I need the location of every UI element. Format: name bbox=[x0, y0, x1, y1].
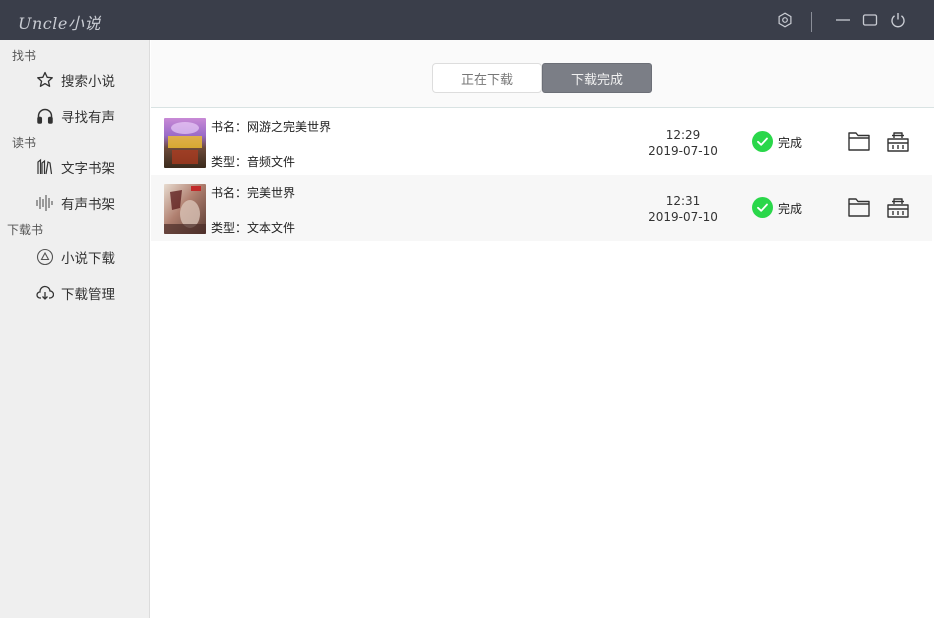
sidebar-item-label: 小说下载 bbox=[61, 251, 115, 267]
delete-basket-icon[interactable] bbox=[885, 128, 911, 154]
sidebar-item-find-audio[interactable]: 寻找有声 bbox=[34, 103, 115, 129]
book-cover-image bbox=[164, 118, 206, 168]
maximize-icon[interactable] bbox=[858, 8, 882, 32]
download-date: 2019-07-10 bbox=[648, 210, 718, 224]
cloud-download-icon bbox=[34, 282, 56, 304]
download-time: 12:31 bbox=[665, 194, 701, 208]
section-label-read: 读书 bbox=[12, 136, 37, 150]
download-row: 书名：完美世界 类型：文本文件 12:31 2019-07-10 完成 bbox=[151, 175, 932, 241]
status-text: 完成 bbox=[778, 136, 803, 150]
tabs-bar: 正在下载 下载完成 bbox=[151, 40, 934, 108]
app-title: Uncle小说 bbox=[18, 14, 101, 33]
audio-wave-icon bbox=[34, 192, 56, 214]
sidebar-item-text-shelf[interactable]: 文字书架 bbox=[34, 154, 115, 180]
download-row: 书名：网游之完美世界 类型：音频文件 12:29 2019-07-10 完成 bbox=[151, 109, 932, 175]
sidebar-item-search-novel[interactable]: 搜索小说 bbox=[34, 67, 115, 93]
book-type: 类型：文本文件 bbox=[211, 221, 296, 235]
minimize-icon[interactable] bbox=[831, 8, 855, 32]
open-folder-icon[interactable] bbox=[846, 128, 872, 154]
section-label-download: 下载书 bbox=[7, 223, 44, 237]
book-name: 书名：完美世界 bbox=[211, 186, 296, 200]
download-date: 2019-07-10 bbox=[648, 144, 718, 158]
download-time: 12:29 bbox=[665, 128, 701, 142]
titlebar-divider bbox=[811, 12, 812, 32]
sidebar: 找书 搜索小说 寻找有声 读书 文字书架 有声书架 下载书 小说下载 下载管理 bbox=[0, 40, 150, 618]
book-type: 类型：音频文件 bbox=[211, 155, 296, 169]
power-close-icon[interactable] bbox=[886, 8, 910, 32]
sidebar-item-label: 寻找有声 bbox=[61, 110, 115, 126]
delete-basket-icon[interactable] bbox=[885, 194, 911, 220]
sidebar-item-label: 文字书架 bbox=[61, 161, 115, 177]
sidebar-item-label: 下载管理 bbox=[61, 287, 115, 303]
star-icon bbox=[34, 69, 56, 91]
sidebar-item-download-manager[interactable]: 下载管理 bbox=[34, 280, 115, 306]
sidebar-item-label: 搜索小说 bbox=[61, 74, 115, 90]
settings-gear-icon[interactable] bbox=[773, 8, 797, 32]
title-bar: Uncle小说 bbox=[0, 0, 934, 40]
headphones-icon bbox=[34, 105, 56, 127]
tab-completed[interactable]: 下载完成 bbox=[542, 63, 652, 93]
status-text: 完成 bbox=[778, 202, 803, 216]
section-label-find: 找书 bbox=[12, 49, 37, 63]
sidebar-item-label: 有声书架 bbox=[61, 197, 115, 213]
book-cover-image bbox=[164, 184, 206, 234]
book-name: 书名：网游之完美世界 bbox=[211, 120, 332, 134]
open-folder-icon[interactable] bbox=[846, 194, 872, 220]
main-panel: 正在下载 下载完成 书名：网游之完美世界 类型：音频文件 12:29 2019-… bbox=[151, 40, 934, 618]
download-triangle-icon bbox=[34, 246, 56, 268]
bookshelf-icon bbox=[34, 156, 56, 178]
sidebar-item-audio-shelf[interactable]: 有声书架 bbox=[34, 190, 115, 216]
sidebar-item-novel-download[interactable]: 小说下载 bbox=[34, 244, 115, 270]
check-circle-icon bbox=[752, 131, 773, 152]
check-circle-icon bbox=[752, 197, 773, 218]
tab-downloading[interactable]: 正在下载 bbox=[432, 63, 542, 93]
